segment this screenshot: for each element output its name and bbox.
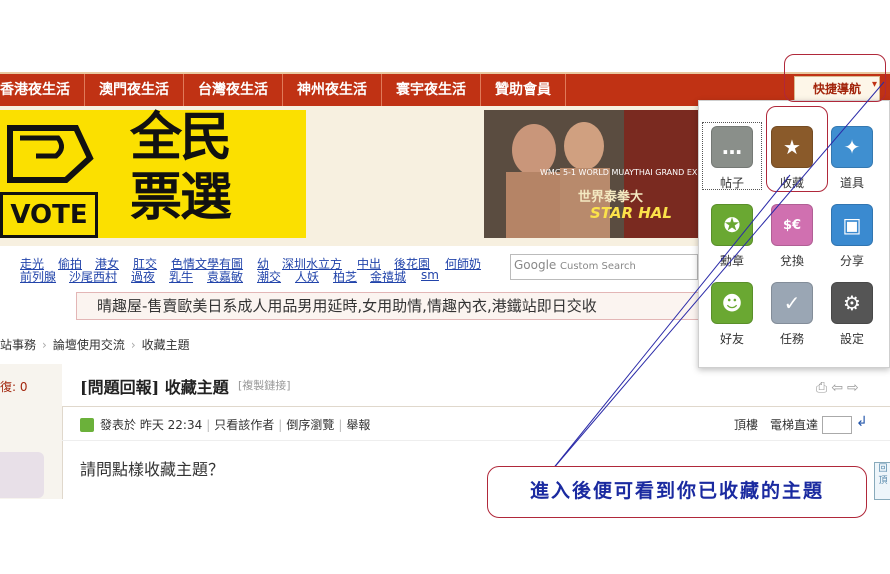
keyword-link[interactable]: sm (421, 268, 439, 282)
banner-subtitle: WMC 5-1 WORLD MUAYTHAI GRAND EX (540, 168, 698, 177)
post-meta: 發表於 昨天 22:34 | 只看該作者 | 倒序瀏覽 | 舉報 (100, 418, 371, 432)
keyword-link[interactable]: 前列腺 (20, 268, 56, 285)
task-icon: ✓ (771, 282, 813, 324)
tile-posts[interactable]: … 帖子 (702, 126, 762, 191)
nav-item-sponsor[interactable]: 贊助會員 (481, 74, 566, 106)
keyword-link[interactable]: 過夜 (131, 268, 155, 285)
floor-label: 頂樓 (734, 418, 759, 432)
speech-bubble-icon: … (711, 126, 753, 168)
nav-item-hongkong[interactable]: 香港夜生活 (0, 74, 85, 106)
banner-tagline: STAR HAL (590, 204, 672, 222)
google-logo: Google (514, 258, 557, 272)
ad-strip[interactable]: 晴趣屋-售賣歐美日系成人用品男用延時,女用助情,情趣內衣,港鐵站即日交收 (76, 292, 716, 320)
prev-arrow-icon[interactable]: ⇦ (831, 380, 847, 396)
tile-label: 道具 (839, 176, 864, 190)
keyword-link[interactable]: 沙尾西村 (69, 268, 117, 285)
breadcrumb-item[interactable]: 站事務 (0, 338, 36, 352)
only-author-link[interactable]: 只看該作者 (214, 418, 274, 432)
vote-title: 全民 票選 (130, 107, 232, 228)
keyword-link[interactable]: 袁嘉敏 (207, 268, 243, 285)
tile-label: 分享 (839, 254, 864, 268)
search-placeholder: Custom Search (560, 261, 636, 272)
nav-item-china[interactable]: 神州夜生活 (283, 74, 382, 106)
keyword-link[interactable]: 何師奶 (445, 255, 481, 272)
nav-item-world[interactable]: 寰宇夜生活 (382, 74, 481, 106)
tile-settings[interactable]: ⚙ 設定 (822, 282, 882, 347)
floor-jump-input[interactable] (822, 416, 852, 434)
next-arrow-icon[interactable]: ⇨ (847, 380, 863, 396)
tile-exchange[interactable]: $€ 兌換 (762, 204, 822, 269)
tile-label: 勳章 (719, 254, 744, 268)
chevron-right-icon: › (130, 338, 136, 352)
jump-arrow-icon[interactable]: ↲ (856, 414, 868, 430)
post-body: 請問點樣收藏主題？ (80, 460, 225, 479)
tile-label: 帖子 (719, 176, 744, 190)
currency-exchange-icon: $€ (771, 204, 813, 246)
annotation-ring-quicknav (784, 54, 886, 102)
tile-tools[interactable]: ✦ 道具 (822, 126, 882, 191)
tile-label: 好友 (719, 332, 744, 346)
keyword-link[interactable]: 潮交 (257, 268, 281, 285)
reply-count: 復: 0 (0, 380, 28, 394)
back-to-top-button[interactable]: 回頂 (874, 462, 890, 500)
jump-label: 電梯直達 (770, 418, 819, 432)
reverse-order-link[interactable]: 倒序瀏覽 (286, 418, 334, 432)
thread-title: [問題回報] 收藏主題 (80, 378, 229, 397)
tile-label: 兌換 (779, 254, 804, 268)
tile-medals[interactable]: ✪ 勳章 (702, 204, 762, 269)
report-link[interactable]: 舉報 (346, 418, 370, 432)
friends-icon: ☻ (711, 282, 753, 324)
tile-label: 任務 (779, 332, 804, 346)
annotation-callout: 進入後便可看到你已收藏的主題 (487, 466, 867, 518)
hand-icon (7, 125, 94, 183)
print-icon[interactable]: ⎙ (816, 380, 831, 396)
magic-wand-icon: ✦ (831, 126, 873, 168)
post-date: 發表於 昨天 22:34 (100, 418, 203, 432)
breadcrumb-item: 收藏主題 (141, 338, 190, 352)
tile-share[interactable]: ▣ 分享 (822, 204, 882, 269)
vote-box: VOTE (0, 192, 98, 238)
share-icon: ▣ (831, 204, 873, 246)
annotation-ring-favorites (766, 106, 828, 192)
user-icon (80, 418, 94, 432)
settings-gear-icon: ⚙ (831, 282, 873, 324)
chevron-right-icon: › (42, 338, 47, 352)
tile-friends[interactable]: ☻ 好友 (702, 282, 762, 347)
avatar[interactable] (0, 452, 44, 498)
keyword-link[interactable]: 乳牛 (169, 268, 193, 285)
tile-tasks[interactable]: ✓ 任務 (762, 282, 822, 347)
keyword-link[interactable]: 人妖 (295, 268, 319, 285)
nav-item-taiwan[interactable]: 台灣夜生活 (184, 74, 283, 106)
keyword-link[interactable]: 金禧城 (370, 268, 406, 285)
thread-tools: ⎙⇦⇨ (816, 380, 863, 396)
nav-item-macau[interactable]: 澳門夜生活 (85, 74, 184, 106)
breadcrumb-item[interactable]: 論壇使用交流 (53, 338, 125, 352)
keyword-link[interactable]: 柏芝 (333, 268, 357, 285)
copy-link-button[interactable]: [複製鏈接] (238, 377, 291, 393)
breadcrumb: 站事務 › 論壇使用交流 › 收藏主題 (0, 336, 190, 353)
medal-icon: ✪ (711, 204, 753, 246)
banner-title: 世界泰拳大 (578, 190, 644, 205)
tile-label: 設定 (839, 332, 864, 346)
